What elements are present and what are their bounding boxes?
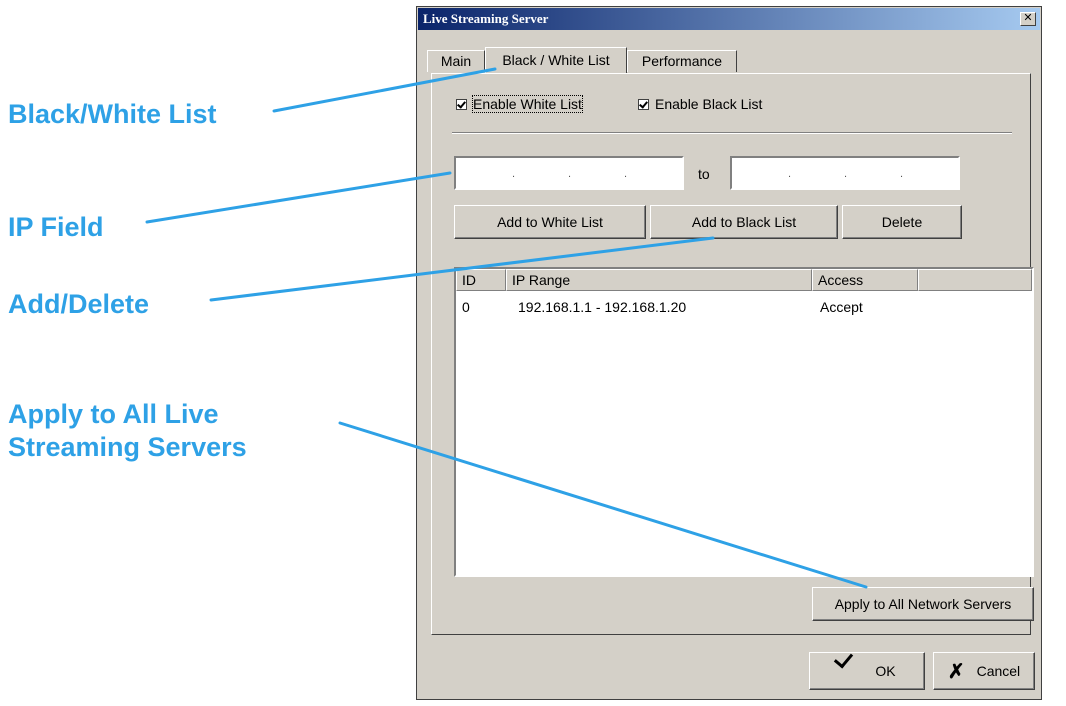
column-header-filler <box>918 269 1032 291</box>
tab-black-white-list[interactable]: Black / White List <box>485 47 627 73</box>
callout-black-white-list: Black/White List <box>8 99 217 129</box>
enable-white-list-checkbox[interactable]: Enable White List <box>456 95 583 113</box>
ip-octet-separator: . <box>624 168 628 180</box>
tab-main[interactable]: Main <box>427 50 485 72</box>
enable-white-list-label: Enable White List <box>472 95 583 113</box>
ip-start-field[interactable]: . . . <box>454 156 684 190</box>
tab-performance[interactable]: Performance <box>627 50 737 72</box>
live-streaming-server-dialog: Live Streaming Server ✕ Main Black / Whi… <box>416 6 1042 700</box>
add-to-black-list-button[interactable]: Add to Black List <box>650 205 838 239</box>
ip-octet-separator: . <box>844 168 848 180</box>
callout-apply-line2: Streaming Servers <box>8 432 247 462</box>
close-button[interactable]: ✕ <box>1020 12 1036 26</box>
enable-black-list-label: Enable Black List <box>655 96 763 112</box>
ip-octet-separator: . <box>512 168 516 180</box>
close-icon: ✕ <box>1023 12 1033 24</box>
table-header: ID IP Range Access <box>456 269 1032 291</box>
column-header-id[interactable]: ID <box>456 269 506 291</box>
leader-ip-field <box>145 171 452 224</box>
ok-label: OK <box>875 663 896 679</box>
dialog-title: Live Streaming Server <box>423 11 549 26</box>
separator <box>452 132 1012 134</box>
ip-octet-separator: . <box>900 168 904 180</box>
black-white-list-panel: Enable White List Enable Black List . . … <box>431 73 1034 635</box>
cell-id: 0 <box>462 299 470 315</box>
cancel-button[interactable]: ✗ Cancel <box>933 652 1035 690</box>
apply-to-all-network-servers-button[interactable]: Apply to All Network Servers <box>812 587 1034 621</box>
checkmark-icon <box>834 648 854 669</box>
cancel-x-icon: ✗ <box>947 661 965 683</box>
callout-add-delete: Add/Delete <box>8 289 150 319</box>
ip-end-field[interactable]: . . . <box>730 156 960 190</box>
ip-octet-separator: . <box>568 168 572 180</box>
cell-ip-range: 192.168.1.1 - 192.168.1.20 <box>518 299 687 315</box>
ok-button[interactable]: OK <box>809 648 925 690</box>
ip-list-table[interactable]: ID IP Range Access 0 192.168.1.1 - 192.1… <box>454 267 1034 577</box>
add-to-white-list-button[interactable]: Add to White List <box>454 205 646 239</box>
column-header-access[interactable]: Access <box>812 269 918 291</box>
checkbox-checked-icon <box>456 99 467 110</box>
enable-black-list-checkbox[interactable]: Enable Black List <box>638 96 762 112</box>
delete-button[interactable]: Delete <box>842 205 962 239</box>
ip-octet-separator: . <box>788 168 792 180</box>
table-row[interactable]: 0 192.168.1.1 - 192.168.1.20 Accept <box>456 299 1032 317</box>
callout-ip-field: IP Field <box>8 212 104 242</box>
cell-access: Accept <box>820 299 863 315</box>
column-header-ip-range[interactable]: IP Range <box>506 269 812 291</box>
callout-apply-line1: Apply to All Live <box>8 399 219 429</box>
cancel-label: Cancel <box>976 663 1021 679</box>
title-bar[interactable]: Live Streaming Server ✕ <box>418 8 1040 30</box>
checkbox-checked-icon <box>638 99 649 110</box>
ip-to-label: to <box>698 166 710 182</box>
